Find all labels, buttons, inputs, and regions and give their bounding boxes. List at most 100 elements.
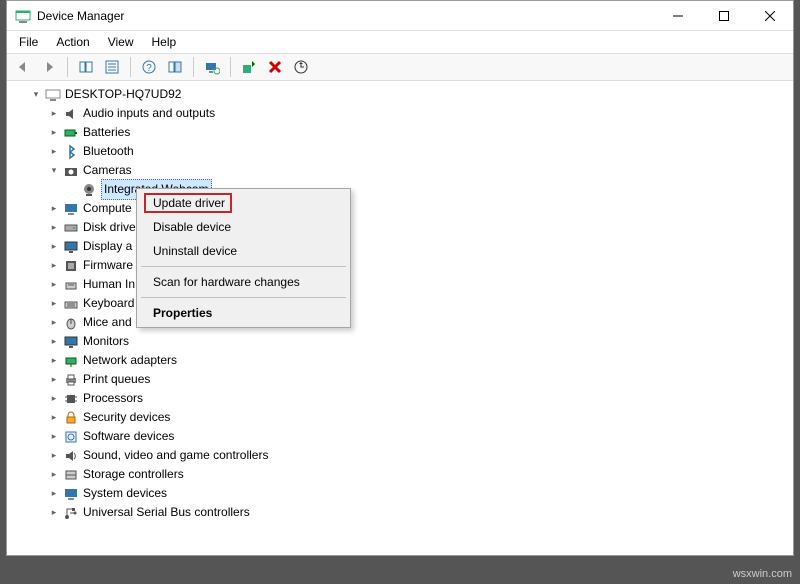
root-label: DESKTOP-HQ7UD92	[65, 85, 181, 104]
chevron-right-icon[interactable]: ▸	[47, 259, 61, 273]
tree-item-label: Disk drive	[83, 218, 136, 237]
device-category-icon	[63, 258, 79, 274]
device-category-icon	[63, 315, 79, 331]
chevron-right-icon[interactable]: ▸	[47, 430, 61, 444]
scan-hardware-button[interactable]	[200, 55, 224, 79]
forward-button[interactable]	[37, 55, 61, 79]
chevron-right-icon[interactable]: ▸	[47, 278, 61, 292]
chevron-right-icon[interactable]: ▸	[47, 126, 61, 140]
tree-item[interactable]: ▸ Universal Serial Bus controllers	[47, 503, 789, 522]
tree-item-label: Processors	[83, 389, 143, 408]
tree-content[interactable]: ▾ DESKTOP-HQ7UD92 ▸ Audio inputs and outp…	[7, 81, 793, 555]
tree-item[interactable]: ▸Print queues	[47, 370, 789, 389]
device-category-icon	[63, 201, 79, 217]
context-menu-item[interactable]: Update driver	[139, 191, 348, 215]
tree-item-label: Sound, video and game controllers	[83, 446, 268, 465]
tree-item[interactable]: ▸ Security devices	[47, 408, 789, 427]
uninstall-device-button[interactable]	[263, 55, 287, 79]
menubar: File Action View Help	[7, 31, 793, 53]
add-legacy-hardware-button[interactable]	[237, 55, 261, 79]
tree-item-label: System devices	[83, 484, 167, 503]
tree-item[interactable]: ▸ Batteries	[47, 123, 789, 142]
context-menu-item[interactable]: Scan for hardware changes	[139, 270, 348, 294]
chevron-right-icon[interactable]: ▸	[47, 411, 61, 425]
device-category-icon	[63, 448, 79, 464]
tree-item-label: Bluetooth	[83, 142, 134, 161]
tree-item[interactable]: ▸ Bluetooth	[47, 142, 789, 161]
menu-file[interactable]: File	[11, 33, 46, 51]
watermark: wsxwin.com	[733, 568, 792, 580]
properties-button[interactable]	[100, 55, 124, 79]
chevron-right-icon[interactable]: ▸	[47, 240, 61, 254]
device-category-icon	[63, 353, 79, 369]
chevron-right-icon[interactable]: ▸	[47, 145, 61, 159]
tree-item[interactable]: ▸ System devices	[47, 484, 789, 503]
tree-item-label: Universal Serial Bus controllers	[83, 503, 250, 522]
tree-item-label: Compute	[83, 199, 132, 218]
app-icon	[15, 8, 31, 24]
device-category-icon	[63, 429, 79, 445]
device-category-icon	[63, 505, 79, 521]
titlebar: Device Manager	[7, 1, 793, 31]
context-menu-item[interactable]: Uninstall device	[139, 239, 348, 263]
chevron-right-icon[interactable]: ▸	[47, 354, 61, 368]
context-menu-item[interactable]: Disable device	[139, 215, 348, 239]
tree-item-label: Human In	[83, 275, 135, 294]
tree-item-label: Network adapters	[83, 351, 177, 370]
maximize-button[interactable]	[701, 1, 747, 31]
chevron-right-icon[interactable]: ▸	[47, 468, 61, 482]
device-category-icon	[63, 467, 79, 483]
tree-item-label: Software devices	[83, 427, 174, 446]
tree-item[interactable]: ▸ Audio inputs and outputs	[47, 104, 789, 123]
tree-item[interactable]: ▸ Processors	[47, 389, 789, 408]
menu-action[interactable]: Action	[48, 33, 97, 51]
chevron-right-icon[interactable]: ▸	[47, 373, 61, 387]
chevron-down-icon[interactable]: ▾	[47, 164, 61, 178]
chevron-down-icon[interactable]: ▾	[29, 88, 43, 102]
context-menu-separator	[141, 266, 346, 267]
device-category-icon	[63, 334, 79, 350]
chevron-right-icon[interactable]: ▸	[47, 449, 61, 463]
tree-item[interactable]: ▸ Storage controllers	[47, 465, 789, 484]
chevron-right-icon[interactable]: ▸	[47, 297, 61, 311]
device-category-icon	[63, 277, 79, 293]
chevron-right-icon[interactable]: ▸	[47, 392, 61, 406]
tree-item[interactable]: ▸Monitors	[47, 332, 789, 351]
device-category-icon	[63, 486, 79, 502]
tree-item-label: Storage controllers	[83, 465, 184, 484]
device-manager-window: Device Manager File Action View Help ? ▾	[6, 0, 794, 556]
chevron-right-icon[interactable]: ▸	[47, 202, 61, 216]
tree-item-label: Cameras	[83, 161, 132, 180]
toolbar: ?	[7, 53, 793, 81]
tree-item[interactable]: ▸ Software devices	[47, 427, 789, 446]
action-button[interactable]	[163, 55, 187, 79]
tree-item[interactable]: ▸ Sound, video and game controllers	[47, 446, 789, 465]
tree-item[interactable]: ▾ Cameras	[47, 161, 789, 180]
device-category-icon	[63, 106, 79, 122]
chevron-right-icon[interactable]: ▸	[47, 316, 61, 330]
tree-item-label: Batteries	[83, 123, 130, 142]
show-hide-console-button[interactable]	[74, 55, 98, 79]
context-menu-item[interactable]: Properties	[139, 301, 348, 325]
tree-item-label: Audio inputs and outputs	[83, 104, 215, 123]
menu-view[interactable]: View	[100, 33, 142, 51]
menu-help[interactable]: Help	[144, 33, 185, 51]
chevron-right-icon[interactable]: ▸	[47, 487, 61, 501]
device-category-icon	[63, 144, 79, 160]
close-button[interactable]	[747, 1, 793, 31]
help-button[interactable]: ?	[137, 55, 161, 79]
chevron-right-icon[interactable]: ▸	[47, 506, 61, 520]
update-driver-button[interactable]	[289, 55, 313, 79]
tree-root[interactable]: ▾ DESKTOP-HQ7UD92	[29, 85, 789, 104]
device-category-icon	[63, 391, 79, 407]
chevron-right-icon[interactable]: ▸	[47, 335, 61, 349]
tree-item-label: Keyboard	[83, 294, 134, 313]
tree-item-label: Security devices	[83, 408, 170, 427]
minimize-button[interactable]	[655, 1, 701, 31]
device-icon	[81, 182, 97, 198]
back-button[interactable]	[11, 55, 35, 79]
chevron-right-icon[interactable]: ▸	[47, 107, 61, 121]
device-category-icon	[63, 125, 79, 141]
tree-item[interactable]: ▸ Network adapters	[47, 351, 789, 370]
chevron-right-icon[interactable]: ▸	[47, 221, 61, 235]
